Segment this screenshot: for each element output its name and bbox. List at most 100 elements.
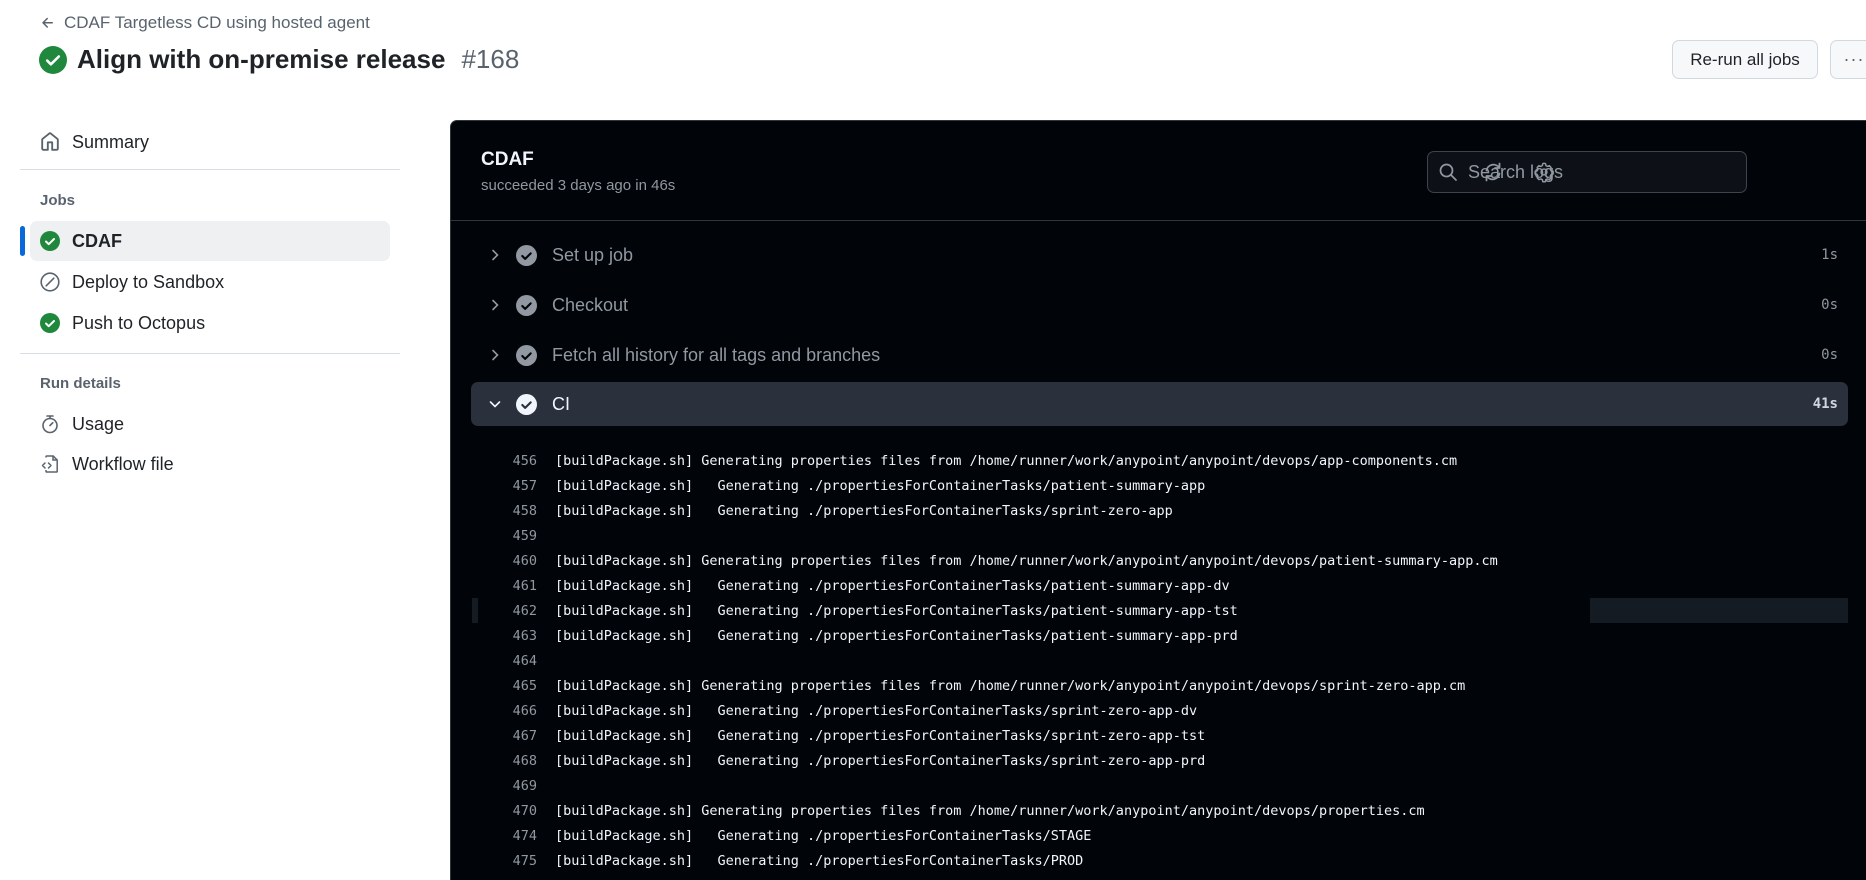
check-circle-fill-icon [39, 45, 67, 74]
chevron-right-icon [492, 299, 499, 311]
line-number[interactable]: 461 [481, 578, 537, 594]
check-circle-fill-icon [516, 393, 537, 415]
line-number[interactable]: 465 [481, 678, 537, 694]
log-line[interactable]: 465 [buildPackage.sh] Generating properti… [451, 673, 1866, 698]
skip-icon [40, 272, 60, 292]
line-number[interactable]: 462 [481, 603, 537, 619]
chevron-right-icon [492, 249, 499, 261]
line-number[interactable]: 464 [481, 653, 537, 669]
active-indicator [20, 226, 25, 256]
line-text: [buildPackage.sh] Generating properties … [555, 552, 1498, 569]
sidebar-divider [20, 353, 400, 354]
line-number[interactable]: 475 [481, 853, 537, 869]
sidebar-item-usage[interactable]: Usage [30, 404, 390, 444]
line-text: [buildPackage.sh] Generating properties … [555, 802, 1425, 819]
log-line[interactable]: 457 [buildPackage.sh] Generating ./proper… [451, 473, 1866, 498]
line-number[interactable]: 457 [481, 478, 537, 494]
sidebar-job-cdaf[interactable]: CDAF [30, 221, 390, 261]
log-line[interactable]: 462 [buildPackage.sh] Generating ./proper… [451, 598, 1866, 623]
sidebar-item-label: CDAF [72, 230, 122, 251]
job-status: succeeded 3 days ago in 46s [481, 177, 676, 194]
log-output: 456 [buildPackage.sh] Generating properti… [451, 448, 1866, 880]
search-icon [1439, 163, 1457, 181]
log-line[interactable]: 476 [451, 873, 1866, 880]
line-number[interactable]: 460 [481, 553, 537, 569]
step-duration: 0s [1821, 347, 1838, 363]
job-header: CDAF succeeded 3 days ago in 46s [451, 121, 1866, 221]
step-label: Fetch all history for all tags and branc… [552, 344, 881, 365]
rerun-all-jobs-button[interactable]: Re-run all jobs [1672, 40, 1818, 79]
line-number[interactable]: 468 [481, 753, 537, 769]
file-code-icon [41, 455, 58, 473]
log-line[interactable]: 458 [buildPackage.sh] Generating ./proper… [451, 498, 1866, 523]
chevron-down-icon [489, 401, 501, 408]
check-circle-fill-icon [516, 344, 537, 366]
sidebar-job-deploy-to-sandbox[interactable]: Deploy to Sandbox [30, 262, 390, 302]
log-line[interactable]: 459 [451, 523, 1866, 548]
log-line[interactable]: 461 [buildPackage.sh] Generating ./proper… [451, 573, 1866, 598]
log-line[interactable]: 474 [buildPackage.sh] Generating ./proper… [451, 823, 1866, 848]
log-line[interactable]: 463 [buildPackage.sh] Generating ./proper… [451, 623, 1866, 648]
step-label: CI [552, 393, 570, 414]
check-circle-fill-icon [516, 294, 537, 316]
step-ci[interactable]: CI 41s [471, 382, 1848, 426]
line-text: [buildPackage.sh] Generating properties … [555, 677, 1466, 694]
sidebar-item-label: Summary [72, 131, 150, 152]
breadcrumb-workflow-name: CDAF Targetless CD using hosted agent [64, 13, 370, 32]
line-text: [buildPackage.sh] Generating ./propertie… [555, 502, 1173, 519]
line-text: [buildPackage.sh] Generating ./propertie… [555, 727, 1206, 744]
check-circle-fill-icon [40, 313, 60, 333]
log-line[interactable]: 467 [buildPackage.sh] Generating ./proper… [451, 723, 1866, 748]
log-line[interactable]: 466 [buildPackage.sh] Generating ./proper… [451, 698, 1866, 723]
line-number[interactable]: 463 [481, 628, 537, 644]
refresh-button[interactable] [1480, 159, 1506, 185]
line-number[interactable]: 470 [481, 803, 537, 819]
log-line[interactable]: 464 [451, 648, 1866, 673]
arrow-left-icon [42, 17, 53, 28]
settings-button[interactable] [1531, 159, 1557, 185]
line-number[interactable]: 467 [481, 728, 537, 744]
line-number[interactable]: 474 [481, 828, 537, 844]
log-line[interactable]: 468 [buildPackage.sh] Generating ./proper… [451, 748, 1866, 773]
line-text: [buildPackage.sh] Generating properties … [555, 452, 1458, 469]
line-text: [buildPackage.sh] Generating ./propertie… [555, 577, 1230, 594]
sidebar-job-push-to-octopus[interactable]: Push to Octopus [30, 303, 390, 343]
step-duration: 0s [1821, 297, 1838, 313]
line-number[interactable]: 458 [481, 503, 537, 519]
log-line[interactable]: 460 [buildPackage.sh] Generating properti… [451, 548, 1866, 573]
stopwatch-icon [42, 415, 58, 434]
search-logs-input[interactable] [1468, 161, 1728, 183]
sidebar-item-label: Workflow file [72, 453, 174, 474]
job-log-panel: CDAF succeeded 3 days ago in 46s Set up … [450, 120, 1866, 880]
log-line[interactable]: 475 [buildPackage.sh] Generating ./proper… [451, 848, 1866, 873]
run-number: #168 [461, 44, 520, 74]
page-title: Align with on-premise release #168 [39, 44, 519, 75]
step-label: Set up job [552, 244, 634, 265]
sync-icon [1485, 162, 1501, 182]
sidebar-item-label: Usage [72, 413, 125, 434]
sidebar-item-label: Deploy to Sandbox [72, 271, 225, 292]
line-text: [buildPackage.sh] Generating ./propertie… [555, 627, 1238, 644]
log-line[interactable]: 456 [buildPackage.sh] Generating properti… [451, 448, 1866, 473]
line-text: [buildPackage.sh] Generating ./propertie… [555, 752, 1206, 769]
gear-icon [1534, 162, 1554, 183]
line-text: [buildPackage.sh] Generating ./propertie… [555, 827, 1092, 844]
log-line[interactable]: 470 [buildPackage.sh] Generating properti… [451, 798, 1866, 823]
step-checkout[interactable]: Checkout 0s [471, 283, 1848, 327]
sidebar-item-workflow-file[interactable]: Workflow file [30, 444, 390, 484]
run-details-heading: Run details [40, 375, 121, 392]
line-number[interactable]: 459 [481, 528, 537, 544]
line-number[interactable]: 469 [481, 778, 537, 794]
line-hover-marker [472, 598, 478, 623]
breadcrumb-back-link[interactable]: CDAF Targetless CD using hosted agent [40, 13, 370, 33]
line-number[interactable]: 466 [481, 703, 537, 719]
run-title: Align with on-premise release [77, 44, 446, 74]
step-duration: 41s [1812, 396, 1838, 412]
step-set-up-job[interactable]: Set up job 1s [471, 233, 1848, 277]
search-logs-field[interactable] [1427, 151, 1747, 193]
more-options-button[interactable]: ··· [1830, 40, 1866, 79]
line-number[interactable]: 456 [481, 453, 537, 469]
step-fetch-history[interactable]: Fetch all history for all tags and branc… [471, 333, 1848, 377]
log-line[interactable]: 469 [451, 773, 1866, 798]
sidebar-item-summary[interactable]: Summary [30, 122, 390, 162]
